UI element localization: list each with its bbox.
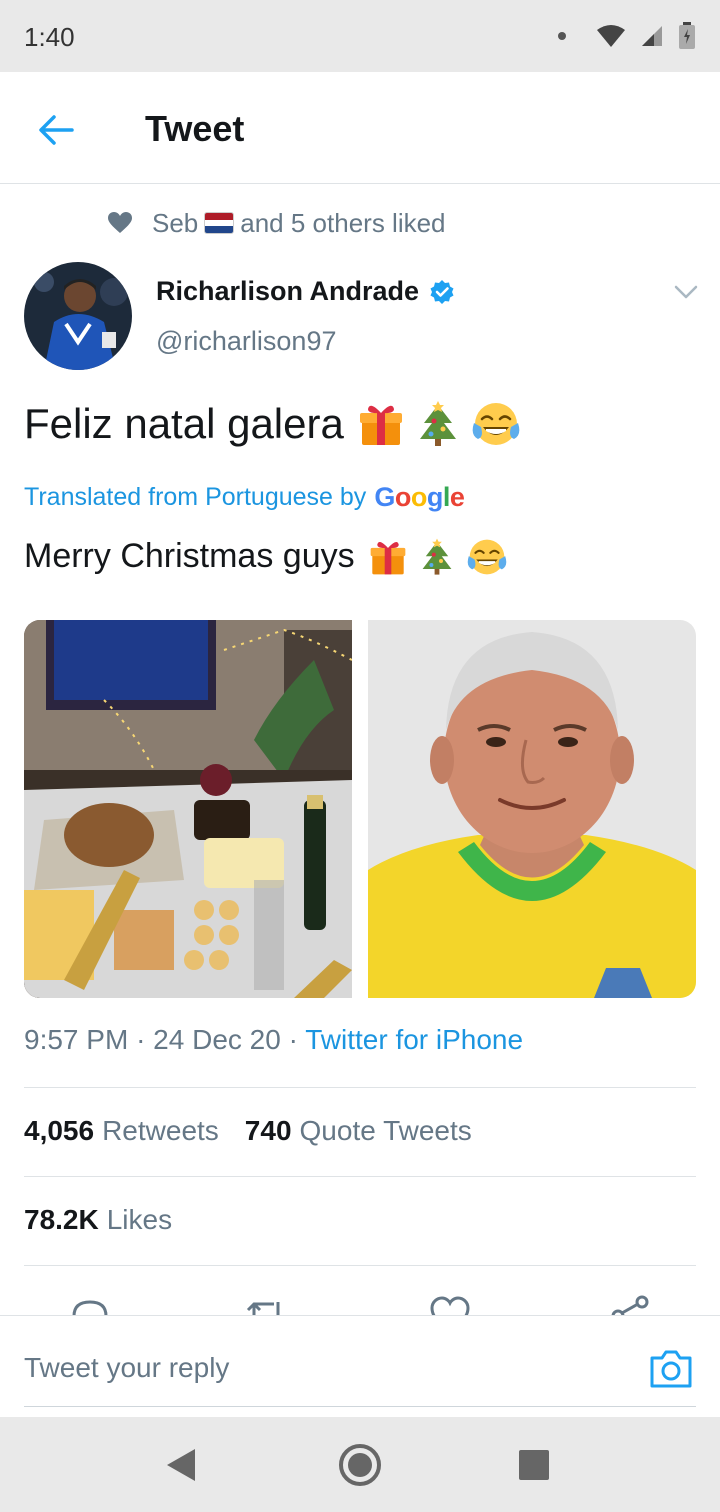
battery-icon	[679, 22, 695, 49]
reply-icon[interactable]	[68, 1294, 112, 1316]
tweet-source-link[interactable]: Twitter for iPhone	[305, 1024, 523, 1055]
wifi-icon	[597, 25, 625, 47]
google-logo: Google	[374, 482, 465, 512]
reply-underline	[24, 1406, 696, 1407]
notification-dot-icon	[558, 32, 566, 40]
christmas-tree-emoji	[419, 401, 456, 446]
media-photo-portrait[interactable]	[368, 620, 696, 998]
likes-link[interactable]: Likes	[107, 1204, 172, 1236]
translation-attribution[interactable]: Translated from Portuguese by Google	[24, 482, 465, 513]
signal-icon	[642, 26, 662, 46]
nav-home-icon	[339, 1444, 381, 1486]
avatar[interactable]	[24, 262, 132, 370]
translated-text: Merry Christmas guys	[24, 537, 507, 576]
share-icon[interactable]	[608, 1294, 652, 1316]
tears-of-joy-emoji	[467, 539, 506, 574]
tweet-date: 24 Dec 20	[153, 1024, 281, 1055]
likes-count: 78.2K	[24, 1204, 99, 1235]
author-handle[interactable]: @richarlison97	[156, 326, 336, 357]
likes-stats: 78.2K Likes	[24, 1204, 172, 1236]
divider	[24, 1087, 696, 1088]
netherlands-flag-icon	[204, 212, 235, 234]
system-nav-bar	[0, 1417, 720, 1512]
reply-bar: Tweet your reply	[0, 1315, 720, 1417]
chevron-down-icon[interactable]	[672, 280, 700, 304]
tweet-meta: 9:57 PM · 24 Dec 20 · Twitter for iPhone	[24, 1024, 523, 1056]
media-grid	[24, 620, 696, 998]
status-icons	[558, 20, 696, 52]
meta-separator: ·	[288, 1024, 306, 1055]
reply-input[interactable]: Tweet your reply	[24, 1352, 229, 1384]
christmas-tree-emoji	[422, 538, 452, 575]
back-arrow-icon	[39, 115, 74, 145]
retweets-link[interactable]: Retweets	[102, 1115, 219, 1147]
liker-name: Seb	[152, 207, 199, 238]
app-header: Tweet	[0, 72, 720, 184]
quotes-count: 740	[244, 1115, 292, 1146]
liked-suffix: and 5 others liked	[240, 207, 446, 238]
status-bar: 1:40	[0, 0, 720, 72]
page-title: Tweet	[145, 108, 245, 149]
tweet-time: 9:57 PM	[24, 1024, 129, 1055]
quote-tweets-link[interactable]: Quote Tweets	[300, 1115, 472, 1147]
nav-back-icon	[167, 1449, 195, 1481]
tears-of-joy-emoji	[472, 403, 520, 445]
media-photo-christmas-table[interactable]	[24, 620, 352, 998]
gift-emoji	[370, 541, 405, 574]
like-icon[interactable]	[428, 1294, 472, 1316]
nav-recents-icon	[519, 1450, 549, 1480]
tweet-text: Feliz natal galera	[24, 400, 520, 448]
status-time: 1:40	[24, 22, 75, 52]
gift-emoji	[359, 405, 402, 445]
verified-badge-icon	[430, 279, 454, 304]
social-context[interactable]: Seb and 5 others liked	[108, 206, 446, 240]
divider	[24, 1265, 696, 1266]
retweet-stats: 4,056 Retweets 740 Quote Tweets	[24, 1115, 472, 1147]
retweet-icon[interactable]	[244, 1294, 288, 1316]
nav-back-button[interactable]	[157, 1441, 205, 1489]
nav-home-button[interactable]	[336, 1441, 384, 1489]
camera-icon[interactable]	[648, 1348, 694, 1390]
nav-recents-button[interactable]	[510, 1441, 558, 1489]
heart-icon	[108, 212, 132, 233]
retweets-count: 4,056	[24, 1115, 95, 1146]
author-name[interactable]: Richarlison Andrade	[156, 276, 455, 307]
back-button[interactable]	[30, 104, 82, 156]
divider	[24, 1176, 696, 1177]
meta-separator: ·	[136, 1024, 154, 1055]
tweet-actions	[0, 1290, 720, 1316]
